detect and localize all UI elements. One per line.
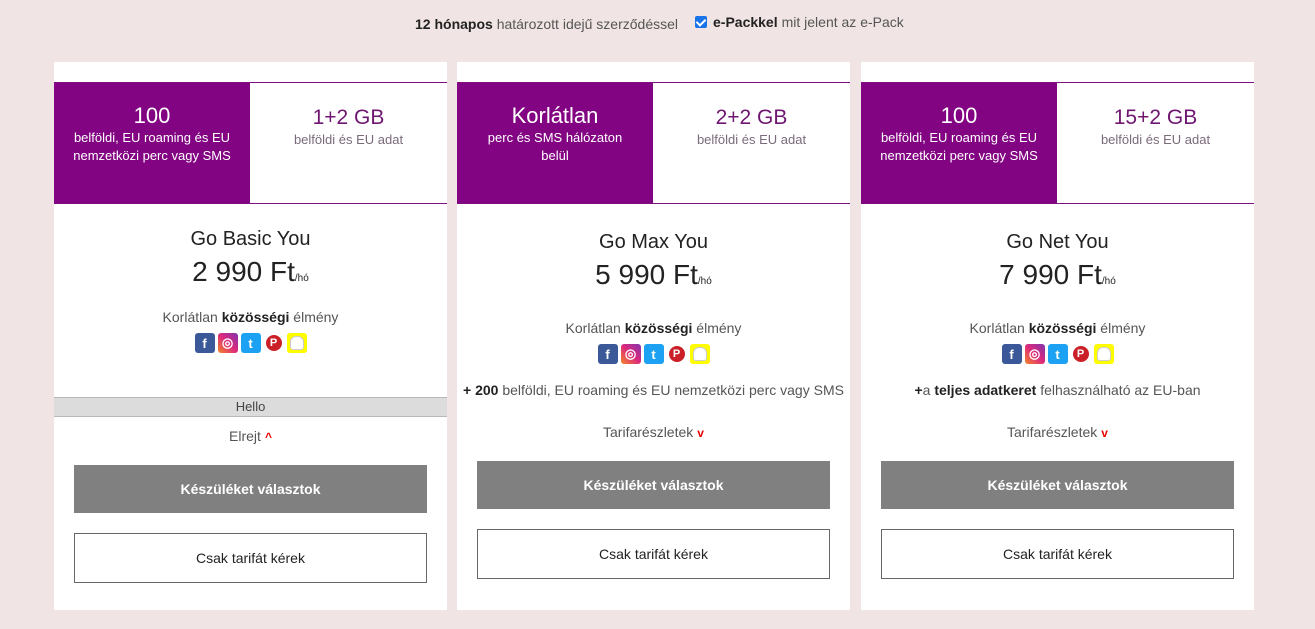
contract-options-bar: 12 hónapos határozott idejű szerződéssel… xyxy=(0,14,1315,34)
pinterest-icon: P xyxy=(263,333,284,353)
plan-name: Go Basic You xyxy=(190,228,311,250)
tariff-only-button[interactable]: Csak tarifát kérek xyxy=(881,529,1234,579)
social-icons-row: f ◎ t P xyxy=(861,344,1254,364)
tariff-details-toggle[interactable]: Tarifarészletek v xyxy=(457,424,850,440)
plan-price: 5 990 Ft/hó xyxy=(457,259,850,291)
contract-duration-label: 12 hónapos határozott idejű szerződéssel xyxy=(415,16,678,32)
plan-header: 100 belföldi, EU roaming és EU nemzetköz… xyxy=(861,83,1254,204)
minutes-description: perc és SMS hálózaton belül xyxy=(487,130,623,163)
facebook-icon: f xyxy=(1001,344,1022,364)
plan-data-box: 15+2 GB belföldi és EU adat xyxy=(1057,83,1254,203)
extra-feature: + 200 belföldi, EU roaming és EU nemzetk… xyxy=(457,382,850,398)
extra-feature: +a teljes adatkeret felhasználható az EU… xyxy=(861,382,1254,398)
social-feature: Korlátlan közösségi élmény xyxy=(457,320,850,336)
epack-label: e-Packkel xyxy=(713,14,778,30)
price-value: 5 990 Ft xyxy=(595,259,698,290)
toggle-label: Elrejt xyxy=(229,428,261,444)
social-feature-bold: közösségi xyxy=(624,320,693,336)
instagram-icon: ◎ xyxy=(217,333,238,353)
plan-card-go-net-you: 100 belföldi, EU roaming és EU nemzetköz… xyxy=(861,62,1254,610)
tariff-only-button[interactable]: Csak tarifát kérek xyxy=(477,529,830,579)
twitter-icon: t xyxy=(643,344,664,364)
snapchat-icon xyxy=(1093,344,1114,364)
plan-header: 100 belföldi, EU roaming és EU nemzetköz… xyxy=(54,83,447,204)
hello-banner: Hello xyxy=(54,397,447,417)
toggle-label: Tarifarészletek xyxy=(1007,424,1098,440)
data-description: belföldi és EU adat xyxy=(1100,132,1211,147)
price-value: 7 990 Ft xyxy=(999,259,1102,290)
price-unit: /hó xyxy=(294,273,309,284)
social-feature-pre: Korlátlan xyxy=(162,309,218,325)
data-value: 15+2 GB xyxy=(1113,106,1198,129)
minutes-value: 100 xyxy=(133,103,171,128)
plan-minutes-box: 100 belföldi, EU roaming és EU nemzetköz… xyxy=(861,83,1057,203)
social-feature-post: élmény xyxy=(1100,320,1146,336)
social-feature: Korlátlan közösségi élmény xyxy=(861,320,1254,336)
twitter-icon: t xyxy=(1047,344,1068,364)
plan-data-box: 1+2 GB belföldi és EU adat xyxy=(250,83,447,203)
twitter-icon: t xyxy=(240,333,261,353)
snapchat-icon xyxy=(689,344,710,364)
tariff-only-button[interactable]: Csak tarifát kérek xyxy=(74,533,427,583)
toggle-label: Tarifarészletek xyxy=(603,424,694,440)
data-value: 1+2 GB xyxy=(312,106,385,129)
chevron-down-icon: v xyxy=(697,426,704,440)
choose-device-button[interactable]: Készüléket választok xyxy=(881,461,1234,509)
instagram-icon: ◎ xyxy=(1024,344,1045,364)
contract-duration-bold: 12 hónapos xyxy=(415,16,493,32)
minutes-value: Korlátlan xyxy=(511,103,599,128)
data-value: 2+2 GB xyxy=(715,106,788,129)
price-value: 2 990 Ft xyxy=(192,256,295,287)
social-feature-pre: Korlátlan xyxy=(969,320,1025,336)
plan-price: 2 990 Ft/hó xyxy=(54,256,447,288)
plan-name: Go Net You xyxy=(1006,231,1109,253)
price-unit: /hó xyxy=(697,276,712,287)
plan-card-go-basic-you: 100 belföldi, EU roaming és EU nemzetköz… xyxy=(54,62,447,610)
social-feature-pre: Korlátlan xyxy=(565,320,621,336)
extra-feature-plus: + xyxy=(914,382,923,398)
social-feature-bold: közösségi xyxy=(1028,320,1097,336)
hide-details-toggle[interactable]: Elrejt ^ xyxy=(54,428,447,444)
social-feature-post: élmény xyxy=(293,309,339,325)
plan-header: Korlátlan perc és SMS hálózaton belül 2+… xyxy=(457,83,850,204)
plan-card-go-max-you: Korlátlan perc és SMS hálózaton belül 2+… xyxy=(457,62,850,610)
plan-minutes-box: Korlátlan perc és SMS hálózaton belül xyxy=(457,83,653,203)
pinterest-icon: P xyxy=(666,344,687,364)
epack-info-link[interactable]: mit jelent az e-Pack xyxy=(782,14,904,30)
epack-checkbox[interactable] xyxy=(695,16,707,28)
data-description: belföldi és EU adat xyxy=(293,132,404,147)
minutes-value: 100 xyxy=(940,103,978,128)
plan-price: 7 990 Ft/hó xyxy=(861,259,1254,291)
pinterest-icon: P xyxy=(1070,344,1091,364)
snapchat-icon xyxy=(286,333,307,353)
price-unit: /hó xyxy=(1101,276,1116,287)
plan-data-box: 2+2 GB belföldi és EU adat xyxy=(653,83,850,203)
extra-feature-text: belföldi, EU roaming és EU nemzetközi pe… xyxy=(502,382,844,398)
social-feature-bold: közösségi xyxy=(221,309,290,325)
facebook-icon: f xyxy=(597,344,618,364)
epack-option[interactable]: e-Packkel mit jelent az e-Pack xyxy=(695,14,904,30)
tariff-details-toggle[interactable]: Tarifarészletek v xyxy=(861,424,1254,440)
social-icons-row: f ◎ t P xyxy=(457,344,850,364)
extra-feature-bold: teljes adatkeret xyxy=(934,382,1037,398)
chevron-down-icon: v xyxy=(1101,426,1108,440)
contract-duration-text: határozott idejű szerződéssel xyxy=(496,16,679,32)
extra-feature-bold: + 200 xyxy=(463,382,499,398)
instagram-icon: ◎ xyxy=(620,344,641,364)
choose-device-button[interactable]: Készüléket választok xyxy=(477,461,830,509)
choose-device-button[interactable]: Készüléket választok xyxy=(74,465,427,513)
extra-feature-article: a xyxy=(922,382,931,398)
extra-feature-text: felhasználható az EU-ban xyxy=(1040,382,1201,398)
minutes-description: belföldi, EU roaming és EU nemzetközi pe… xyxy=(880,130,1038,163)
minutes-description: belföldi, EU roaming és EU nemzetközi pe… xyxy=(73,130,231,163)
social-feature-post: élmény xyxy=(696,320,742,336)
chevron-up-icon: ^ xyxy=(264,430,272,444)
data-description: belföldi és EU adat xyxy=(696,132,807,147)
social-icons-row: f ◎ t P xyxy=(54,333,447,353)
plan-minutes-box: 100 belföldi, EU roaming és EU nemzetköz… xyxy=(54,83,250,203)
facebook-icon: f xyxy=(194,333,215,353)
social-feature: Korlátlan közösségi élmény xyxy=(54,309,447,325)
plan-name: Go Max You xyxy=(599,231,708,253)
